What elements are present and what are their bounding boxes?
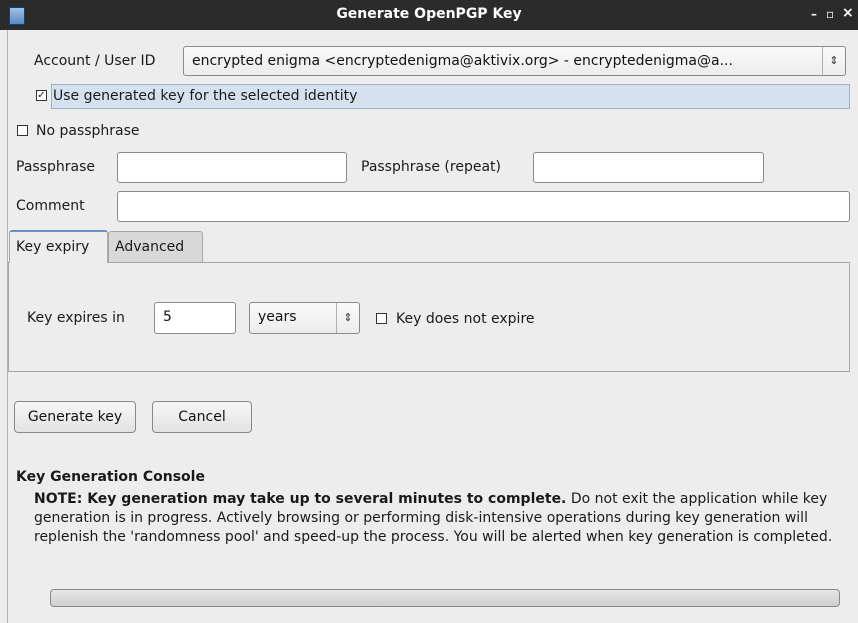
key-does-not-expire-checkbox[interactable] — [376, 313, 387, 324]
account-select[interactable]: encrypted enigma <encryptedenigma@aktivi… — [183, 46, 846, 76]
use-generated-key-checkbox[interactable]: ✓ — [36, 90, 47, 101]
select-arrows-icon: ⇕ — [336, 303, 359, 333]
select-arrows-icon: ⇕ — [822, 47, 845, 75]
comment-input[interactable] — [117, 191, 850, 222]
passphrase-repeat-label: Passphrase (repeat) — [361, 159, 501, 175]
key-expires-label: Key expires in — [27, 310, 125, 326]
console-note-bold: NOTE: Key generation may take up to seve… — [34, 491, 567, 507]
cancel-button[interactable]: Cancel — [152, 401, 252, 433]
progress-bar — [50, 589, 840, 607]
no-passphrase-label[interactable]: No passphrase — [36, 122, 140, 140]
close-icon[interactable]: × — [842, 5, 854, 21]
passphrase-repeat-input[interactable] — [533, 152, 764, 183]
account-label: Account / User ID — [34, 53, 156, 69]
use-generated-key-label[interactable]: Use generated key for the selected ident… — [53, 87, 357, 105]
window-title: Generate OpenPGP Key — [336, 6, 522, 22]
key-does-not-expire-label[interactable]: Key does not expire — [396, 310, 535, 328]
tab-key-expiry[interactable]: Key expiry — [9, 230, 108, 263]
key-expires-input[interactable]: 5 — [154, 302, 236, 334]
passphrase-input[interactable] — [117, 152, 347, 183]
no-passphrase-checkbox[interactable] — [17, 125, 28, 136]
account-select-value: encrypted enigma <encryptedenigma@aktivi… — [192, 53, 733, 69]
title-bar[interactable]: Generate OpenPGP Key – ▫ × — [0, 0, 858, 30]
maximize-icon[interactable]: ▫ — [826, 7, 834, 21]
window-left-border — [0, 30, 8, 623]
dialog-window: Generate OpenPGP Key – ▫ × Account / Use… — [0, 0, 858, 623]
passphrase-label: Passphrase — [16, 159, 95, 175]
console-note: NOTE: Key generation may take up to seve… — [34, 490, 834, 547]
generate-key-button[interactable]: Generate key — [14, 401, 136, 433]
tab-advanced[interactable]: Advanced — [108, 231, 203, 264]
expiry-unit-value: years — [258, 309, 297, 325]
minimize-icon[interactable]: – — [811, 7, 817, 21]
comment-label: Comment — [16, 198, 85, 214]
expiry-unit-select[interactable]: years ⇕ — [249, 302, 360, 334]
console-title: Key Generation Console — [16, 469, 205, 485]
